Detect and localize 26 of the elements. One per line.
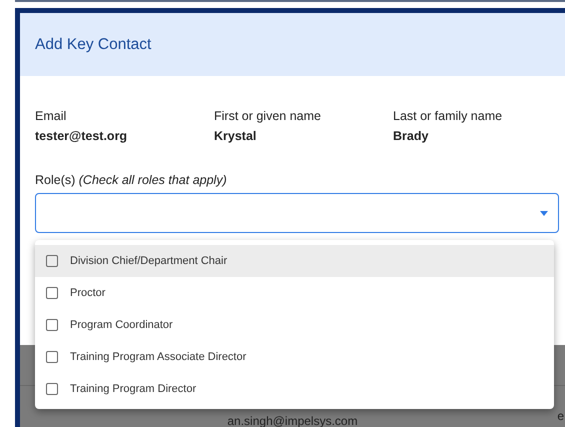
option-label: Program Coordinator xyxy=(70,319,173,331)
checkbox[interactable] xyxy=(46,319,58,331)
checkbox[interactable] xyxy=(46,255,58,267)
dropdown-caret-icon xyxy=(540,210,548,216)
cut-text: e xyxy=(557,409,564,423)
checkbox[interactable] xyxy=(46,351,58,363)
role-option[interactable]: Program Coordinator xyxy=(35,309,554,341)
field-label: Email xyxy=(35,109,68,123)
field-label: First or given name xyxy=(214,109,322,123)
field-value: Brady xyxy=(393,129,430,143)
roles-label: Role(s) (Check all roles that apply) xyxy=(35,173,228,187)
option-label: Training Program Associate Director xyxy=(70,351,246,363)
field-value: Krystal xyxy=(214,129,258,143)
roles-select[interactable] xyxy=(35,193,559,233)
role-option[interactable]: Division Chief/Department Chair xyxy=(35,245,554,277)
option-label: Proctor xyxy=(70,287,106,299)
role-option[interactable]: Proctor xyxy=(35,277,554,309)
checkbox[interactable] xyxy=(46,287,58,299)
field-label: Last or family name xyxy=(393,109,504,123)
role-option[interactable]: Training Program Associate Director xyxy=(35,341,554,373)
option-label: Training Program Director xyxy=(70,383,196,395)
role-option[interactable]: Training Program Director xyxy=(35,373,554,405)
checkbox[interactable] xyxy=(46,383,58,395)
option-label: Division Chief/Department Chair xyxy=(70,255,228,267)
dialog-title: Add Key Contact xyxy=(35,36,152,54)
field-value: tester@test.org xyxy=(35,129,128,143)
